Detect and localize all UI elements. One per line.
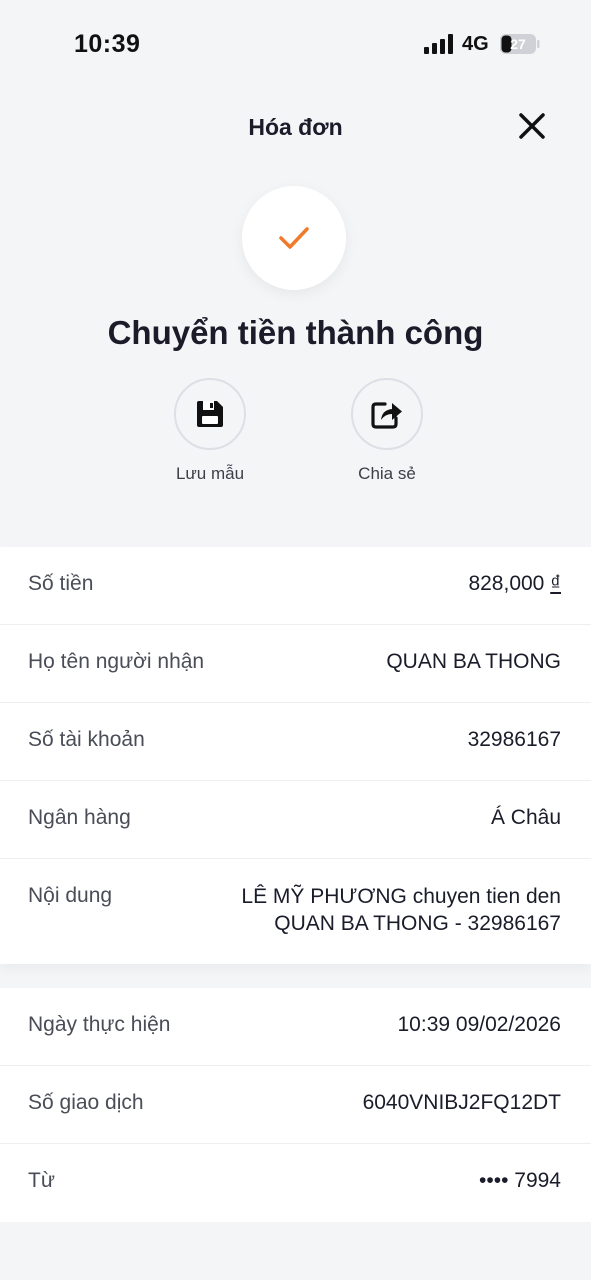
detail-row-account: Số tài khoản 32986167 [0,703,591,781]
date-label: Ngày thực hiện [28,1013,171,1036]
content-line-2: QUAN BA THONG - 32986167 [274,912,561,935]
account-value: 32986167 [467,728,561,751]
battery-level: 27 [510,36,526,52]
currency-symbol: ₫ [550,572,561,595]
transaction-id-label: Số giao dịch [28,1091,144,1114]
signal-icon [424,34,453,54]
amount-label: Số tiền [28,572,94,595]
transfer-details-card: Số tiền 828,000 ₫ Họ tên người nhận QUAN… [0,547,591,964]
close-icon[interactable] [514,108,550,144]
detail-row-from: Từ •••• 7994 [0,1144,591,1222]
share-circle[interactable] [351,378,423,450]
bank-label: Ngân hàng [28,806,131,829]
detail-row-date: Ngày thực hiện 10:39 09/02/2026 [0,988,591,1066]
transaction-id-value: 6040VNIBJ2FQ12DT [362,1091,561,1114]
date-value: 10:39 09/02/2026 [397,1013,562,1036]
success-badge [242,186,346,290]
status-time: 10:39 [74,30,141,58]
detail-row-bank: Ngân hàng Á Châu [0,781,591,859]
save-template-label: Lưu mẫu [175,464,245,483]
amount-value: 828,000 ₫ [468,572,561,596]
recipient-value: QUAN BA THONG [386,650,561,673]
detail-row-amount: Số tiền 828,000 ₫ [0,547,591,625]
floppy-disk-icon [197,401,223,427]
share-label: Chia sẻ [358,464,416,483]
save-template-circle[interactable] [174,378,246,450]
share-button[interactable]: Chia sẻ [332,378,442,484]
content-value: LÊ MỸ PHƯƠNG chuyen tien den QUAN BA THO… [241,883,561,937]
detail-row-recipient: Họ tên người nhận QUAN BA THONG [0,625,591,703]
content-label: Nội dung [28,884,113,907]
network-type: 4G [462,33,489,55]
detail-row-transaction-id: Số giao dịch 6040VNIBJ2FQ12DT [0,1066,591,1144]
amount-number: 828,000 [468,572,545,595]
from-label: Từ [28,1169,55,1192]
recipient-label: Họ tên người nhận [28,650,205,673]
bank-value: Á Châu [490,806,561,829]
account-label: Số tài khoản [28,728,145,751]
status-bar: 10:39 4G 27 [0,0,591,88]
page-title: Hóa đơn [248,114,343,140]
receipt-screen: 10:39 4G 27 Hóa đơn Chuyển tiền thành cô… [0,0,591,1280]
transaction-info-card: Ngày thực hiện 10:39 09/02/2026 Số giao … [0,988,591,1222]
detail-row-content: Nội dung LÊ MỸ PHƯƠNG chuyen tien den QU… [0,859,591,964]
success-title: Chuyển tiền thành công [107,314,484,351]
battery-icon: 27 [500,34,540,54]
save-template-button[interactable]: Lưu mẫu [155,378,265,484]
checkmark-icon [279,227,309,249]
content-line-1: LÊ MỸ PHƯƠNG chuyen tien den [241,885,561,908]
from-value: •••• 7994 [479,1169,561,1192]
share-icon [371,402,402,429]
